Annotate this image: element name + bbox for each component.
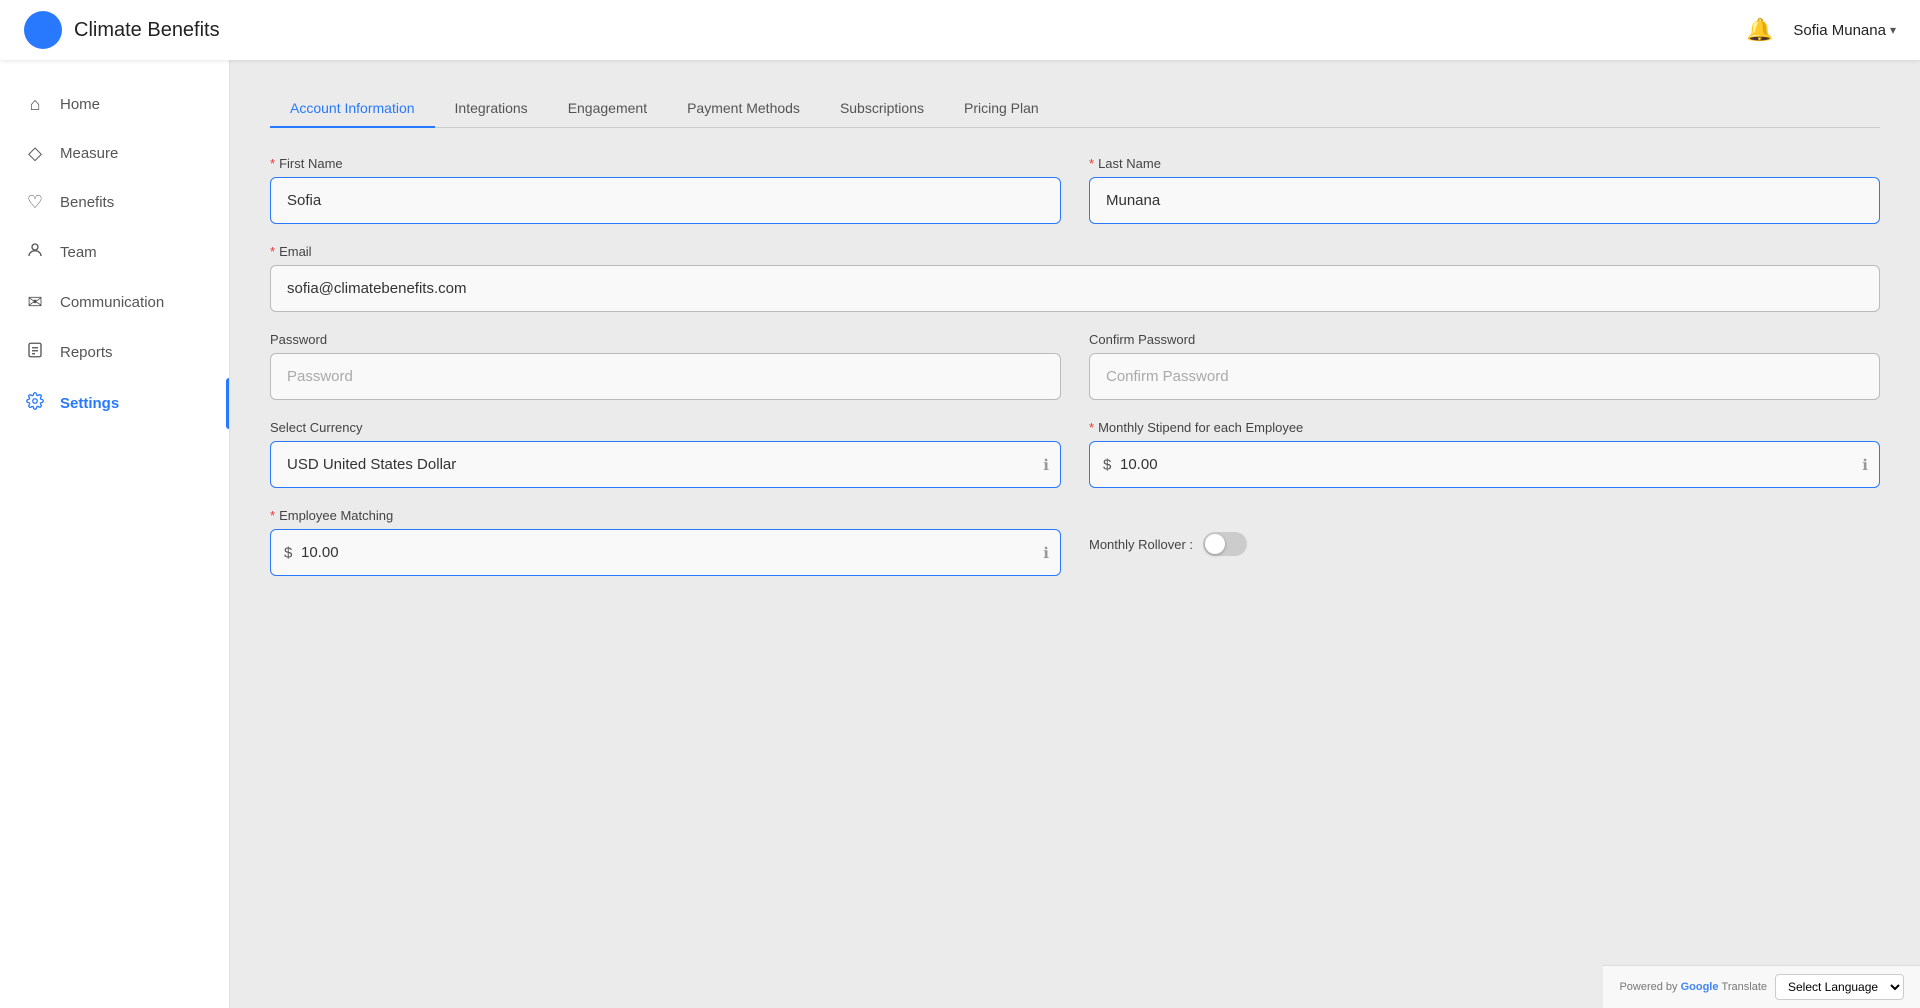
chevron-down-icon: ▾ <box>1890 23 1896 37</box>
last-name-group: *Last Name <box>1089 156 1880 224</box>
tab-account-information[interactable]: Account Information <box>270 90 435 128</box>
sidebar-item-measure[interactable]: ◇ Measure <box>0 129 229 178</box>
confirm-password-label: Confirm Password <box>1089 332 1880 347</box>
language-select[interactable]: Select Language <box>1775 974 1904 1000</box>
sidebar-item-label-communication: Communication <box>60 294 164 311</box>
stipend-input-wrapper: $ ℹ <box>1089 441 1880 488</box>
sidebar-item-label-home: Home <box>60 96 100 113</box>
select-currency-label: Select Currency <box>270 420 1061 435</box>
home-icon: ⌂ <box>24 94 46 115</box>
notification-bell-icon[interactable]: 🔔 <box>1746 17 1773 43</box>
app-title: Climate Benefits <box>74 19 220 42</box>
settings-icon <box>24 392 46 415</box>
rollover-row: Monthly Rollover : <box>1089 532 1880 556</box>
tab-payment-methods[interactable]: Payment Methods <box>667 90 820 128</box>
info-icon-matching: ℹ <box>1043 544 1049 562</box>
tabs-bar: Account Information Integrations Engagem… <box>270 90 1880 128</box>
employee-matching-input[interactable] <box>270 529 1061 576</box>
last-name-label: *Last Name <box>1089 156 1880 171</box>
measure-icon: ◇ <box>24 143 46 164</box>
nav-right: 🔔 Sofia Munana ▾ <box>1746 17 1896 43</box>
sidebar-item-settings[interactable]: Settings <box>0 378 229 429</box>
employee-matching-group: *Employee Matching $ ℹ <box>270 508 1061 576</box>
tab-pricing-plan[interactable]: Pricing Plan <box>944 90 1059 128</box>
app-logo <box>24 11 62 49</box>
sidebar-item-team[interactable]: Team <box>0 227 229 278</box>
google-text: Google <box>1681 981 1722 993</box>
tab-integrations[interactable]: Integrations <box>435 90 548 128</box>
sidebar-item-label-measure: Measure <box>60 145 118 162</box>
last-name-input[interactable] <box>1089 177 1880 224</box>
nav-left: Climate Benefits <box>24 11 220 49</box>
currency-input-wrapper: ℹ <box>270 441 1061 488</box>
select-currency-input[interactable] <box>270 441 1061 488</box>
sidebar-item-reports[interactable]: Reports <box>0 327 229 378</box>
first-name-input[interactable] <box>270 177 1061 224</box>
stipend-currency-symbol: $ <box>1103 456 1111 473</box>
monthly-rollover-toggle[interactable] <box>1203 532 1247 556</box>
translate-bar: Powered by Google Translate Select Langu… <box>1603 965 1920 1008</box>
reports-icon <box>24 341 46 364</box>
tab-engagement[interactable]: Engagement <box>548 90 667 128</box>
confirm-password-input[interactable] <box>1089 353 1880 400</box>
monthly-stipend-label: *Monthly Stipend for each Employee <box>1089 420 1880 435</box>
sidebar: ⌂ Home ◇ Measure ♡ Benefits Team ✉ Commu… <box>0 60 230 1008</box>
toggle-knob <box>1205 534 1225 554</box>
main-layout: ⌂ Home ◇ Measure ♡ Benefits Team ✉ Commu… <box>0 60 1920 1008</box>
monthly-stipend-input[interactable] <box>1089 441 1880 488</box>
email-row: *Email <box>270 244 1880 312</box>
monthly-rollover-label: Monthly Rollover : <box>1089 537 1193 552</box>
sidebar-item-home[interactable]: ⌂ Home <box>0 80 229 129</box>
info-icon-stipend: ℹ <box>1862 456 1868 474</box>
sidebar-item-communication[interactable]: ✉ Communication <box>0 278 229 327</box>
user-name-label: Sofia Munana <box>1793 22 1886 39</box>
tab-subscriptions[interactable]: Subscriptions <box>820 90 944 128</box>
content-area: Account Information Integrations Engagem… <box>230 60 1920 1008</box>
monthly-stipend-group: *Monthly Stipend for each Employee $ ℹ <box>1089 420 1880 488</box>
email-group: *Email <box>270 244 1880 312</box>
email-input[interactable] <box>270 265 1880 312</box>
first-name-group: *First Name <box>270 156 1061 224</box>
password-row: Password Confirm Password <box>270 332 1880 400</box>
top-nav: Climate Benefits 🔔 Sofia Munana ▾ <box>0 0 1920 60</box>
sidebar-item-label-team: Team <box>60 244 97 261</box>
monthly-rollover-group: Monthly Rollover : <box>1089 508 1880 576</box>
matching-input-wrapper: $ ℹ <box>270 529 1061 576</box>
first-name-label: *First Name <box>270 156 1061 171</box>
sidebar-item-label-reports: Reports <box>60 344 113 361</box>
password-group: Password <box>270 332 1061 400</box>
email-label: *Email <box>270 244 1880 259</box>
select-currency-group: Select Currency ℹ <box>270 420 1061 488</box>
benefits-icon: ♡ <box>24 192 46 213</box>
name-row: *First Name *Last Name <box>270 156 1880 224</box>
user-menu[interactable]: Sofia Munana ▾ <box>1793 22 1896 39</box>
employee-matching-label: *Employee Matching <box>270 508 1061 523</box>
confirm-password-group: Confirm Password <box>1089 332 1880 400</box>
sidebar-item-label-benefits: Benefits <box>60 194 114 211</box>
password-input[interactable] <box>270 353 1061 400</box>
sidebar-item-label-settings: Settings <box>60 395 119 412</box>
communication-icon: ✉ <box>24 292 46 313</box>
password-label: Password <box>270 332 1061 347</box>
matching-currency-symbol: $ <box>284 544 292 561</box>
powered-by-text: Powered by Google Translate <box>1619 981 1767 993</box>
sidebar-item-benefits[interactable]: ♡ Benefits <box>0 178 229 227</box>
currency-stipend-row: Select Currency ℹ *Monthly Stipend for e… <box>270 420 1880 488</box>
matching-rollover-row: *Employee Matching $ ℹ Monthly Rollover … <box>270 508 1880 576</box>
team-icon <box>24 241 46 264</box>
info-icon-currency: ℹ <box>1043 456 1049 474</box>
